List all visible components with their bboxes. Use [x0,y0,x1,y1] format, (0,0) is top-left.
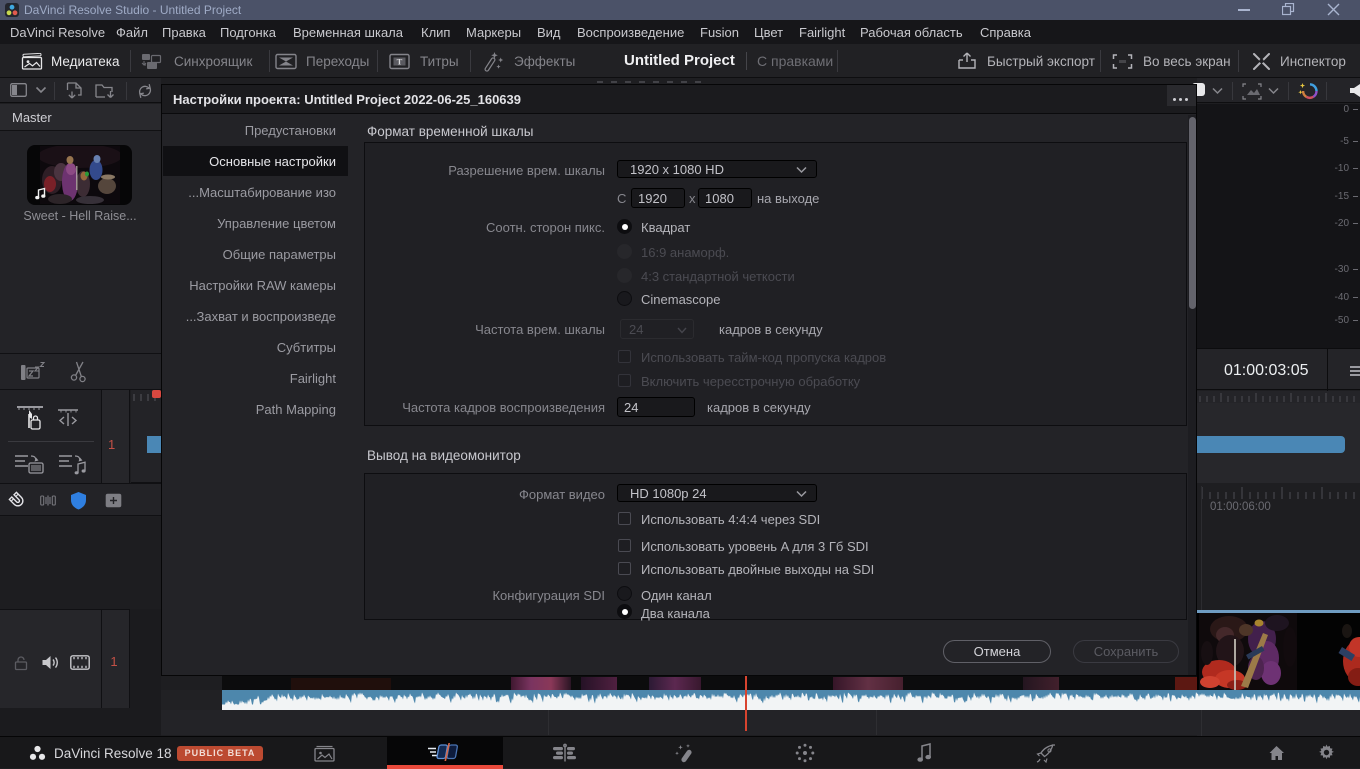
svg-text:T: T [397,56,403,66]
